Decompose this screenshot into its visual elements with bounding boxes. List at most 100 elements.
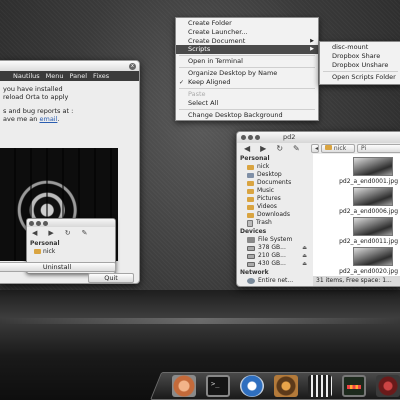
sidebar-item-music[interactable]: Music: [237, 187, 311, 195]
menu-panel[interactable]: Panel: [70, 72, 88, 80]
sidebar-label: Documents: [257, 179, 292, 186]
terminal-icon[interactable]: [206, 375, 230, 397]
submenu-item-dropbox-share[interactable]: Dropbox Share: [320, 52, 400, 61]
breadcrumb-label: nick: [333, 145, 347, 152]
edit-icon[interactable]: ✎: [293, 144, 300, 153]
sidebar-label: Pictures: [257, 195, 281, 202]
message-line: reload Orta to apply: [3, 93, 69, 101]
menu-item-label: Keep Aligned: [188, 78, 231, 86]
sidebar-item-trash[interactable]: Trash: [237, 219, 311, 227]
minimize-dot-icon[interactable]: [248, 134, 253, 140]
menu-nautilus[interactable]: Nautilus: [13, 72, 40, 80]
fm-titlebar[interactable]: pd2: [237, 132, 400, 143]
audio-player-icon[interactable]: [274, 375, 298, 397]
sidebar-label: Downloads: [257, 211, 290, 218]
message-line: you have installed: [3, 85, 63, 93]
file-item[interactable]: pd2_a_end0006.jpg: [317, 187, 400, 217]
menu-item-create-folder[interactable]: Create Folder: [176, 19, 318, 28]
back-arrow-icon[interactable]: ◀: [244, 144, 250, 153]
home-folder-icon: [247, 164, 254, 170]
sidebar-item-drive-210[interactable]: 210 GB... ⏏: [237, 252, 311, 260]
sidebar-item-drive-430[interactable]: 430 GB... ⏏: [237, 260, 311, 268]
sidebar-item-entire-network[interactable]: Entire net...: [237, 277, 311, 285]
breadcrumb-current[interactable]: Pi: [357, 144, 400, 153]
menu-item-select-all[interactable]: Select All: [176, 99, 318, 108]
menubar: Nautilus Menu Panel Fixes: [0, 71, 139, 81]
sidebar-item-drive-378[interactable]: 378 GB... ⏏: [237, 244, 311, 252]
orta-installer-window: x Nautilus Menu Panel Fixes you have ins…: [0, 60, 140, 284]
close-dot-icon[interactable]: [241, 134, 246, 140]
sidebar-label: Entire net...: [258, 277, 294, 284]
sidebar-item-downloads[interactable]: Downloads: [237, 211, 311, 219]
minimize-dot-icon: [36, 220, 41, 226]
submenu-item-open-scripts-folder[interactable]: Open Scripts Folder: [320, 73, 400, 82]
window-titlebar[interactable]: x: [0, 61, 139, 71]
uninstall-button[interactable]: Uninstall: [0, 262, 116, 272]
desktop-icon: [247, 172, 254, 178]
message-line: ave me an email.: [3, 115, 136, 123]
file-manager-window: pd2 ◀ ▶ ↻ ✎ ◂ nick Pi Personal nick Desk…: [236, 131, 400, 287]
eject-icon[interactable]: ⏏: [302, 244, 307, 252]
reload-icon: ↻: [64, 228, 71, 237]
file-item[interactable]: pd2_a_end0001.jpg: [317, 157, 400, 187]
eject-icon[interactable]: ⏏: [302, 260, 307, 268]
sidebar-item-file-system[interactable]: File System: [237, 236, 311, 244]
menu-item-label: Create Launcher...: [188, 28, 248, 36]
edit-icon: ✎: [81, 228, 88, 237]
menu-item-keep-aligned[interactable]: ✓ Keep Aligned: [176, 78, 318, 87]
submenu-item-dropbox-unshare[interactable]: Dropbox Unshare: [320, 61, 400, 70]
sidebar-label: nick: [257, 163, 270, 170]
folder-icon: [34, 249, 41, 254]
media-icon[interactable]: [376, 375, 400, 397]
sidebar-item-pictures[interactable]: Pictures: [237, 195, 311, 203]
sidebar-header-network: Network: [240, 269, 269, 276]
image-thumbnail: [353, 247, 393, 266]
menu-item-change-background[interactable]: Change Desktop Background: [176, 111, 318, 120]
file-name: pd2_a_end0020.jpg: [339, 268, 398, 275]
quit-button[interactable]: Quit: [88, 273, 134, 283]
menu-item-organize-desktop[interactable]: Organize Desktop by Name: [176, 69, 318, 78]
video-editor-icon[interactable]: [308, 375, 332, 397]
web-browser-icon[interactable]: [240, 375, 264, 397]
floor-highlight: [0, 318, 400, 324]
message-line: s and bug reports at :: [3, 107, 74, 115]
image-thumbnail: [353, 217, 393, 236]
forward-arrow-icon[interactable]: ▶: [260, 144, 266, 153]
file-item[interactable]: pd2_a_end0011.jpg: [317, 217, 400, 247]
menu-item-label: Organize Desktop by Name: [188, 69, 278, 77]
computer-icon: [247, 237, 255, 243]
sidebar-label: Desktop: [257, 171, 282, 178]
eject-icon[interactable]: ⏏: [302, 252, 307, 260]
network-icon: [247, 278, 255, 284]
reload-icon[interactable]: ↻: [276, 144, 283, 153]
menu-item-create-launcher[interactable]: Create Launcher...: [176, 28, 318, 37]
sidebar-item-videos[interactable]: Videos: [237, 203, 311, 211]
folder-icon: [247, 196, 254, 202]
menu-separator: [179, 88, 315, 89]
maximize-dot-icon[interactable]: [255, 134, 260, 140]
drive-icon: [247, 245, 255, 251]
sidebar-header-devices: Devices: [240, 228, 267, 235]
drive-icon: [247, 261, 255, 267]
file-item[interactable]: pd2_a_end0020.jpg: [317, 247, 400, 277]
email-link[interactable]: email: [39, 115, 57, 123]
menu-fixes[interactable]: Fixes: [93, 72, 109, 80]
user-icon[interactable]: [172, 375, 196, 397]
status-bar: 31 items, Free space: 1...: [313, 276, 400, 286]
system-monitor-icon[interactable]: [342, 375, 366, 397]
menu-separator: [179, 67, 315, 68]
breadcrumb-back-button[interactable]: ◂: [311, 144, 319, 153]
mini-toolbar: ◀ ▶ ↻ ✎: [27, 227, 115, 238]
sidebar-item-documents[interactable]: Documents: [237, 179, 311, 187]
fm-toolbar: ◀ ▶ ↻ ✎ ◂ nick Pi: [237, 143, 400, 154]
folder-icon: [247, 204, 254, 210]
close-icon[interactable]: x: [129, 63, 136, 70]
breadcrumb-home[interactable]: nick: [321, 144, 355, 153]
maximize-dot-icon: [43, 220, 48, 226]
sidebar-item-desktop[interactable]: Desktop: [237, 171, 311, 179]
menu-menu[interactable]: Menu: [46, 72, 64, 80]
submenu-item-disc-mount[interactable]: disc-mount: [320, 43, 400, 52]
sidebar-item-nick[interactable]: nick: [237, 163, 311, 171]
menu-item-scripts[interactable]: Scripts ▶: [176, 45, 318, 54]
menu-item-open-terminal[interactable]: Open in Terminal: [176, 57, 318, 66]
